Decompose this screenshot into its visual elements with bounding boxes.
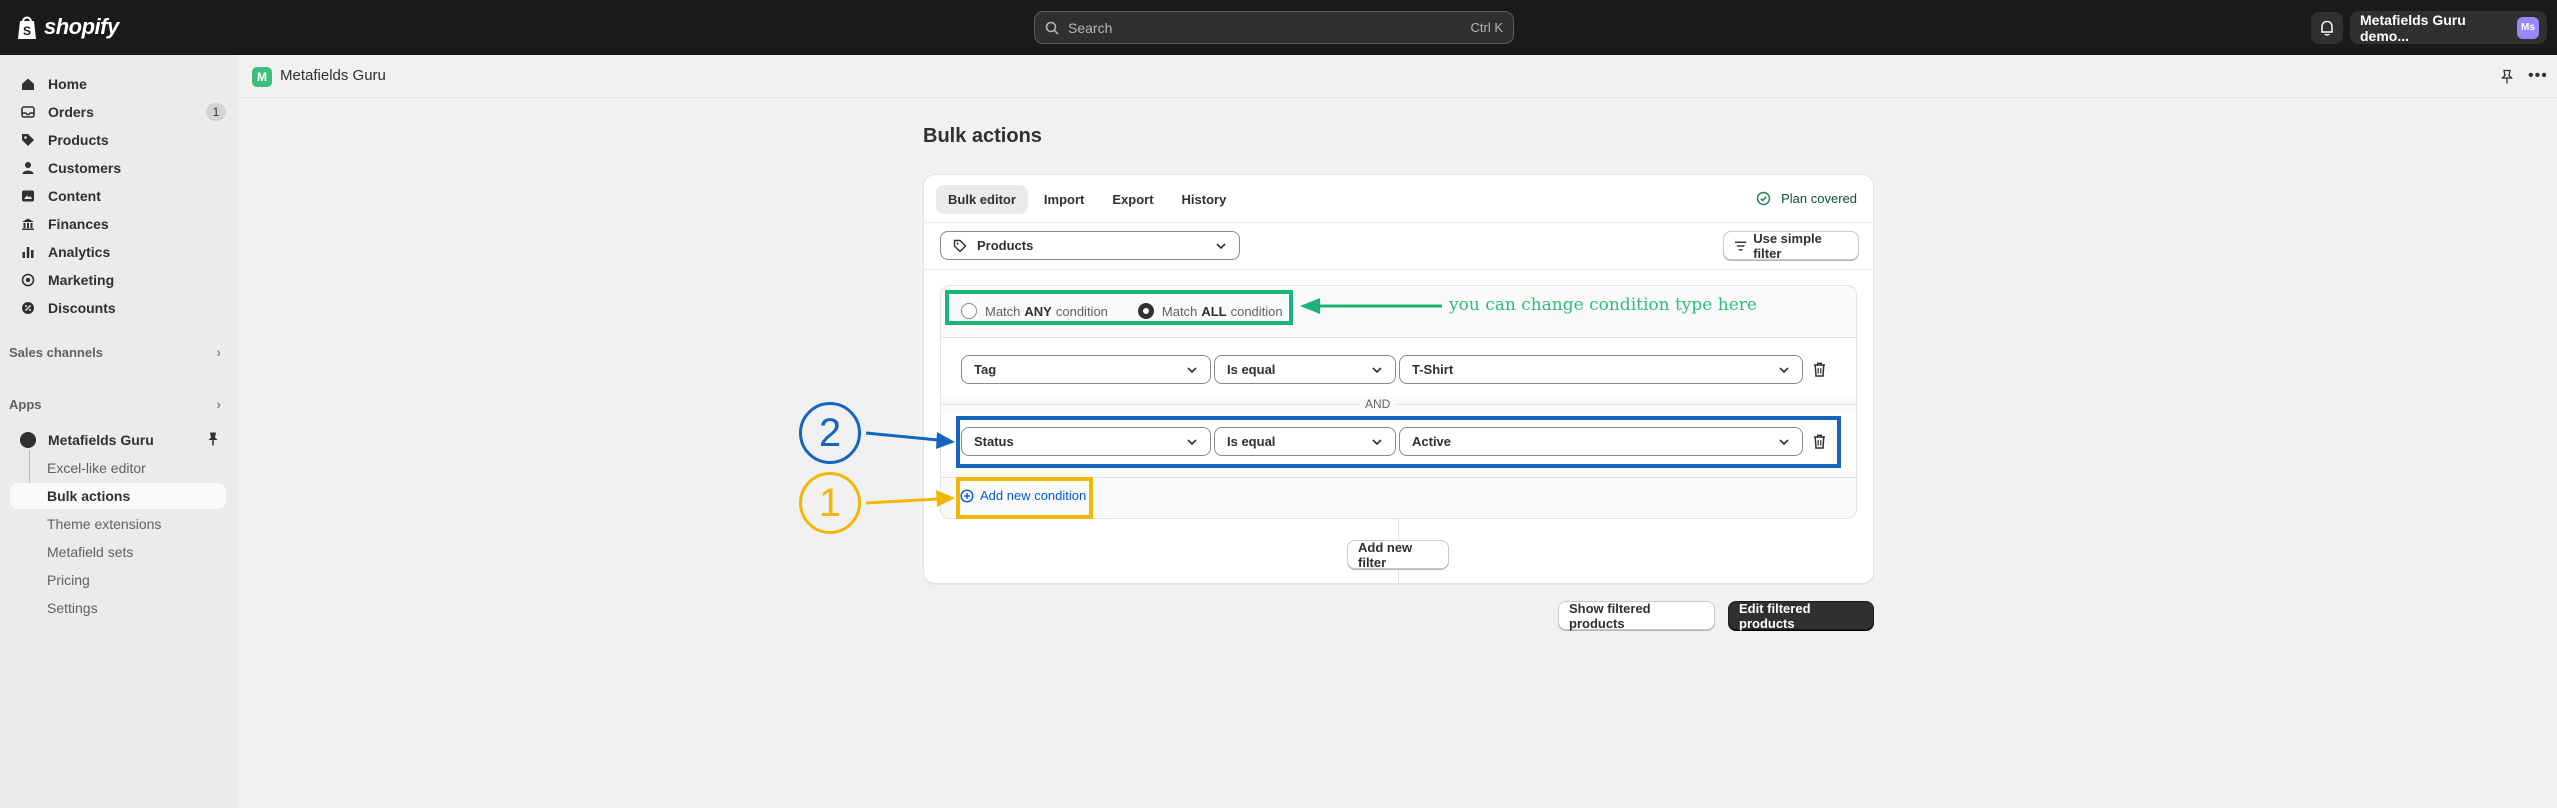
annotation-arrows (865, 298, 1442, 507)
arrow-to-add-condition (865, 490, 955, 507)
arrow-to-match-type (1300, 298, 1442, 314)
arrow-to-condition-row (865, 431, 955, 449)
